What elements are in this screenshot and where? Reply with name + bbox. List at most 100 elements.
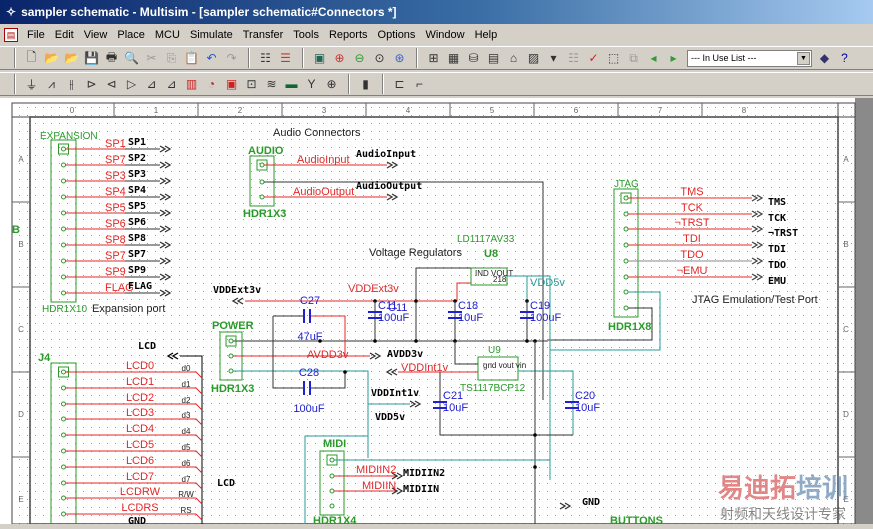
- expansion-net-label: SP6: [105, 218, 126, 230]
- pin-icon: [329, 488, 335, 494]
- region-icon[interactable]: ⬚: [604, 49, 623, 68]
- capacitor-icon[interactable]: ⫲: [62, 75, 81, 94]
- lcd-net-label: LCD4: [126, 423, 154, 435]
- rf-icon[interactable]: Y: [302, 75, 321, 94]
- pin-icon: [61, 495, 66, 501]
- ttl-icon[interactable]: ⊿: [142, 75, 161, 94]
- expansion-net-label: SP7: [105, 250, 126, 262]
- spreadsheet-icon[interactable]: ☰: [276, 49, 295, 68]
- postprocessor-icon[interactable]: ⌂: [504, 49, 523, 68]
- schematic-sheet[interactable]: 0 1 2 3 4 5 6 7 8A AB BC CD DE EBAudio ConnectorsVolt…: [0, 98, 873, 529]
- undo-icon[interactable]: ↶: [202, 49, 221, 68]
- menu-options[interactable]: Options: [373, 29, 421, 41]
- transistor-icon[interactable]: ⊲: [102, 75, 121, 94]
- source-icon[interactable]: ⏚: [22, 75, 41, 94]
- jtag-port-label: TDO: [768, 260, 786, 271]
- zoom-in-icon[interactable]: ⊕: [330, 49, 349, 68]
- copy-icon[interactable]: ⎘: [162, 49, 181, 68]
- expansion-net-label: SP1: [105, 138, 126, 150]
- redo-icon[interactable]: ↷: [222, 49, 241, 68]
- expansion-port-label: SP4: [128, 185, 146, 196]
- expansion-net-label: SP7: [105, 154, 126, 166]
- electromechanical-icon[interactable]: ⊕: [322, 75, 341, 94]
- forward-annotate-icon[interactable]: ▸: [664, 49, 683, 68]
- ruler-column-label: 5: [490, 106, 495, 115]
- misc-icon[interactable]: ≋: [262, 75, 281, 94]
- pin-icon: [228, 368, 234, 374]
- lcd-net-label: LCD2: [126, 392, 154, 404]
- bus-icon[interactable]: ⌐: [410, 75, 429, 94]
- workspace-background: [855, 98, 873, 524]
- diode-icon[interactable]: ⊳: [82, 75, 101, 94]
- menu-help[interactable]: Help: [470, 29, 503, 41]
- in-use-list-dropdown[interactable]: --- In Use List --- ▼: [687, 49, 812, 67]
- menu-reports[interactable]: Reports: [324, 29, 373, 41]
- advanced-peripherals-icon[interactable]: ▬: [282, 75, 301, 94]
- schematic-canvas[interactable]: 0 1 2 3 4 5 6 7 8 A A B B C C D D E E B Audio Connectors Volt…: [0, 98, 873, 529]
- save-icon[interactable]: 💾: [82, 49, 101, 68]
- back-annotate-icon[interactable]: ◂: [644, 49, 663, 68]
- grid-icon[interactable]: ▤: [484, 49, 503, 68]
- design-toolbox-icon[interactable]: ☷: [256, 49, 275, 68]
- mcu-icon[interactable]: ▮: [356, 75, 375, 94]
- menu-tools[interactable]: Tools: [288, 29, 324, 41]
- open-samples-icon[interactable]: 📂: [62, 49, 81, 68]
- mixed-icon[interactable]: ◔: [202, 75, 221, 94]
- menu-mcu[interactable]: MCU: [150, 29, 185, 41]
- cut-icon[interactable]: ✂: [142, 49, 161, 68]
- menu-place[interactable]: Place: [112, 29, 150, 41]
- power-component-icon[interactable]: ⊡: [242, 75, 261, 94]
- document-icon[interactable]: ▤: [4, 28, 18, 42]
- help-icon[interactable]: ?: [835, 49, 854, 68]
- design-toolbox-tree-icon[interactable]: ⊞: [424, 49, 443, 68]
- menu-edit[interactable]: Edit: [50, 29, 79, 41]
- zoom-area-icon[interactable]: ⊙: [370, 49, 389, 68]
- lcd-bus-label: d1: [182, 380, 191, 389]
- zoom-out-icon[interactable]: ⊖: [350, 49, 369, 68]
- ruler-column-label: 4: [406, 106, 411, 115]
- print-preview-icon[interactable]: 🔍: [122, 49, 141, 68]
- audio-connectors-title: Audio Connectors: [273, 127, 361, 139]
- watermark-text: 培训: [796, 473, 848, 503]
- indicator-icon[interactable]: ▣: [222, 75, 241, 94]
- spreadsheet-view-icon[interactable]: ▦: [444, 49, 463, 68]
- menu-file[interactable]: File: [22, 29, 50, 41]
- hierarchy-icon[interactable]: ⧉: [624, 49, 643, 68]
- print-icon[interactable]: 🖶: [102, 49, 121, 68]
- menu-window[interactable]: Window: [420, 29, 469, 41]
- full-screen-icon[interactable]: ▣: [310, 49, 329, 68]
- paste-icon[interactable]: 📋: [182, 49, 201, 68]
- lcd-net-label: LCD6: [126, 455, 154, 467]
- new-icon[interactable]: 🗋: [22, 49, 41, 68]
- pin-icon: [61, 146, 66, 152]
- erc-icon[interactable]: ✓: [584, 49, 603, 68]
- midi-model: HDR1X4: [313, 515, 357, 524]
- ruler-column-label: 8: [742, 106, 747, 115]
- menu-transfer[interactable]: Transfer: [238, 29, 289, 41]
- open-icon[interactable]: 📂: [42, 49, 61, 68]
- resistor-icon[interactable]: ⩘: [42, 75, 61, 94]
- pin-icon: [259, 179, 265, 185]
- midi-port-label: MIDIIN: [403, 484, 439, 495]
- menu-view[interactable]: View: [79, 29, 113, 41]
- cmos-icon[interactable]: ⊿: [162, 75, 181, 94]
- lcd-bus-label: d0: [182, 364, 191, 373]
- vddext-net-label: VDDExt3v: [348, 283, 399, 295]
- misc-digital-icon[interactable]: ▥: [182, 75, 201, 94]
- c20-value: 10uF: [575, 402, 600, 414]
- analog-icon[interactable]: ▷: [122, 75, 141, 94]
- j4-gnd-label: GND: [128, 516, 146, 524]
- grapher-icon[interactable]: ▨: [524, 49, 543, 68]
- menu-simulate[interactable]: Simulate: [185, 29, 238, 41]
- pin-icon: [61, 274, 66, 280]
- zoom-fit-icon[interactable]: ⊛: [390, 49, 409, 68]
- database-icon[interactable]: ⛁: [464, 49, 483, 68]
- hierarchical-block-icon[interactable]: ⊏: [390, 75, 409, 94]
- watermark-text: 射频和天线设计专家: [720, 506, 846, 522]
- jtag-port-label: TCK: [768, 213, 786, 224]
- list-icon[interactable]: ☷: [564, 49, 583, 68]
- diamond-icon[interactable]: ◆: [815, 49, 834, 68]
- toolbar-separator: [348, 74, 350, 94]
- chevron-down-icon[interactable]: ▼: [797, 51, 810, 65]
- dropdown-icon[interactable]: ▾: [544, 49, 563, 68]
